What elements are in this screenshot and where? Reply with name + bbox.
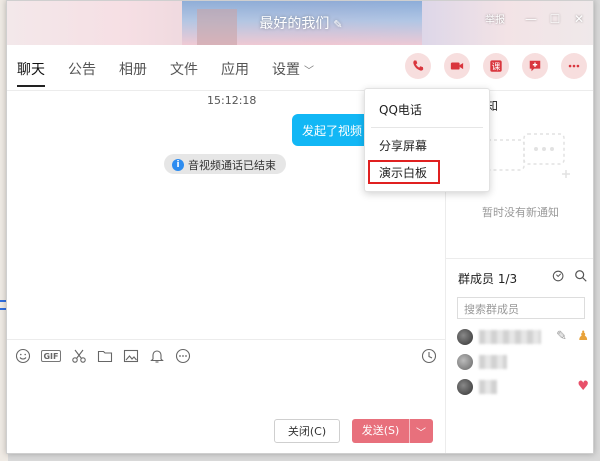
menu-divider (371, 127, 483, 128)
member-count-title: 群成员 1/3 (458, 272, 518, 286)
tab-album[interactable]: 相册 (119, 59, 147, 87)
send-button[interactable]: 发送(S) ﹀ (352, 419, 433, 443)
phone-button[interactable] (405, 53, 431, 79)
clock-icon[interactable] (421, 348, 437, 364)
more-circle-icon[interactable] (175, 348, 191, 364)
gif-icon[interactable]: GIF (41, 350, 61, 362)
avatar (457, 379, 473, 395)
folder-icon[interactable] (97, 348, 113, 364)
group-chat-window: 最好的我们 ✎ 举报 — ☐ ✕ 聊天 公告 相册 文件 应用 设置 ﹀ 课 1… (6, 0, 594, 454)
system-message-text: 音视频通话已结束 (188, 159, 276, 172)
tab-announcement[interactable]: 公告 (68, 59, 96, 87)
avatar (457, 354, 473, 370)
owner-icon: ♟ (577, 329, 589, 344)
send-options-icon[interactable]: ﹀ (410, 424, 432, 439)
member-row[interactable]: ♥ (457, 377, 589, 397)
video-call-button[interactable] (444, 53, 470, 79)
notice-empty-text: 暂时没有新通知 (482, 206, 559, 219)
member-tools (552, 269, 588, 283)
window-controls: 举报 — ☐ ✕ (485, 11, 587, 27)
close-icon[interactable]: ✕ (571, 12, 587, 26)
member-manage-icon[interactable] (552, 269, 566, 283)
member-list: 群成员 1/3 搜索群成员 ✎ ♟ ♥ (446, 258, 593, 395)
class-icon: 课 (490, 60, 502, 73)
chat-add-button[interactable] (522, 53, 548, 79)
avatar (457, 329, 473, 345)
tab-settings-label: 设置 (272, 62, 300, 78)
tab-settings[interactable]: 设置 ﹀ (272, 59, 314, 87)
edit-icon[interactable]: ✎ (556, 329, 567, 344)
scissors-icon[interactable] (71, 348, 87, 364)
close-button[interactable]: 关闭(C) (274, 419, 340, 443)
svg-text:课: 课 (492, 62, 501, 73)
report-link[interactable]: 举报 (485, 11, 505, 26)
message-bubble[interactable]: 发起了视频 (292, 114, 372, 146)
tab-bar: 聊天 公告 相册 文件 应用 设置 ﹀ 课 (7, 45, 593, 91)
title-bar: 最好的我们 ✎ 举报 — ☐ ✕ (7, 1, 593, 45)
more-icon (568, 64, 580, 68)
action-buttons: 课 (405, 53, 587, 79)
search-icon[interactable] (574, 269, 588, 283)
notice-empty-illustration (477, 133, 570, 184)
heart-icon: ♥ (577, 379, 589, 394)
member-row[interactable] (457, 352, 589, 372)
more-button[interactable] (561, 53, 587, 79)
input-toolbar: GIF (7, 339, 445, 369)
bell-icon[interactable] (149, 348, 165, 364)
menu-item-qq-call[interactable]: QQ电话 (365, 99, 491, 121)
highlight-box (368, 160, 440, 184)
member-row[interactable]: ✎ ♟ (457, 327, 589, 347)
send-button-label[interactable]: 发送(S) (352, 419, 410, 443)
edit-icon[interactable]: ✎ (333, 18, 342, 31)
chat-add-icon (529, 60, 541, 72)
chevron-down-icon: ﹀ (304, 66, 314, 77)
emoji-icon[interactable] (15, 348, 31, 364)
member-name-blurred (479, 380, 497, 394)
phone-icon (413, 60, 424, 71)
maximize-icon[interactable]: ☐ (547, 12, 563, 26)
member-search-input[interactable]: 搜索群成员 (457, 297, 585, 319)
info-icon: i (172, 159, 184, 171)
class-button[interactable]: 课 (483, 53, 509, 79)
message-time: 15:12:18 (207, 94, 257, 107)
member-name-blurred (479, 330, 541, 344)
member-name-blurred (479, 355, 507, 369)
tab-files[interactable]: 文件 (170, 59, 198, 87)
tab-chat[interactable]: 聊天 (17, 59, 45, 87)
tab-apps[interactable]: 应用 (221, 59, 249, 87)
image-icon[interactable] (123, 348, 139, 364)
minimize-icon[interactable]: — (523, 12, 539, 26)
system-message: i 音视频通话已结束 (164, 154, 286, 174)
group-name: 最好的我们 (259, 16, 330, 32)
menu-item-share-screen[interactable]: 分享屏幕 (365, 135, 491, 157)
video-call-icon (450, 62, 464, 70)
